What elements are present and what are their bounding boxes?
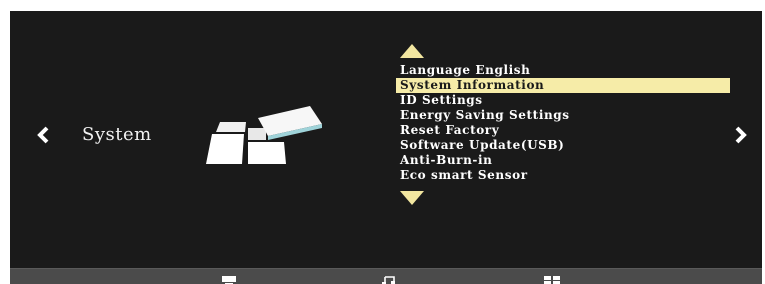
menu-item-anti-burn-in[interactable]: Anti-Burn-in [396,153,730,168]
menu-item-software-update[interactable]: Software Update(USB) [396,138,730,153]
menu-item-id-settings[interactable]: ID Settings [396,93,730,108]
system-tiles-icon [206,104,336,173]
triangle-down-icon[interactable] [400,191,424,210]
apps-grid-icon[interactable] [544,272,560,284]
chevron-right-icon[interactable] [734,125,748,150]
menu-item-reset-factory[interactable]: Reset Factory [396,123,730,138]
menu-item-eco-smart-sensor[interactable]: Eco smart Sensor [396,168,730,183]
menu-item-language[interactable]: Language English [396,63,730,78]
osd-menu-panel: System Language English System Informati… [10,11,762,284]
chevron-left-icon[interactable] [36,125,50,150]
triangle-up-icon[interactable] [400,44,424,63]
bottom-bar [10,268,762,284]
menu-item-energy-saving[interactable]: Energy Saving Settings [396,108,730,123]
section-title: System [82,124,152,145]
settings-menu: Language English System Information ID S… [396,63,730,183]
menu-item-system-information[interactable]: System Information [396,78,730,93]
monitor-icon[interactable] [222,272,236,284]
music-icon[interactable] [382,272,396,284]
screen: System Language English System Informati… [0,0,765,284]
